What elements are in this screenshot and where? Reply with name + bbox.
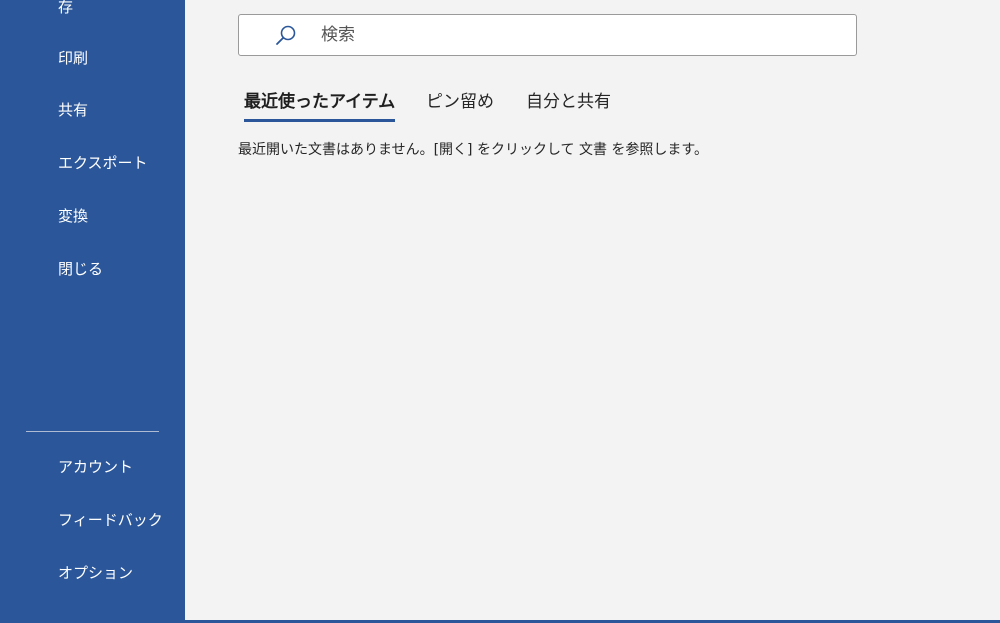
tab-shared-with-me[interactable]: 自分と共有	[526, 89, 611, 119]
sidebar-item-print[interactable]: 印刷	[0, 36, 185, 80]
sidebar-item-transform[interactable]: 変換	[0, 194, 185, 238]
tab-recent[interactable]: 最近使ったアイテム	[244, 89, 395, 119]
word-backstage-window: 存 印刷 共有 エクスポート 変換 閉じる アカウント フィードバック オプショ…	[0, 0, 1000, 623]
sidebar-item-share[interactable]: 共有	[0, 88, 185, 132]
empty-recent-message: 最近開いた文書はありません。[開く] をクリックして 文書 を参照します。	[238, 142, 709, 158]
sidebar-divider	[26, 431, 159, 432]
backstage-sidebar: 存 印刷 共有 エクスポート 変換 閉じる アカウント フィードバック オプショ…	[0, 0, 185, 623]
active-tab-indicator	[244, 119, 395, 122]
sidebar-item-account[interactable]: アカウント	[0, 445, 185, 489]
tab-pinned[interactable]: ピン留め	[426, 89, 494, 119]
sidebar-item-feedback[interactable]: フィードバック	[0, 498, 185, 542]
sidebar-item-save[interactable]: 存	[0, 0, 185, 29]
sidebar-item-close[interactable]: 閉じる	[0, 247, 185, 291]
sidebar-item-export[interactable]: エクスポート	[0, 141, 185, 185]
search-input[interactable]	[321, 21, 831, 49]
search-icon[interactable]	[274, 24, 298, 48]
search-box[interactable]	[238, 14, 857, 56]
sidebar-item-options[interactable]: オプション	[0, 551, 185, 595]
backstage-main-panel: 最近使ったアイテム ピン留め 自分と共有 最近開いた文書はありません。[開く] …	[185, 0, 1000, 620]
